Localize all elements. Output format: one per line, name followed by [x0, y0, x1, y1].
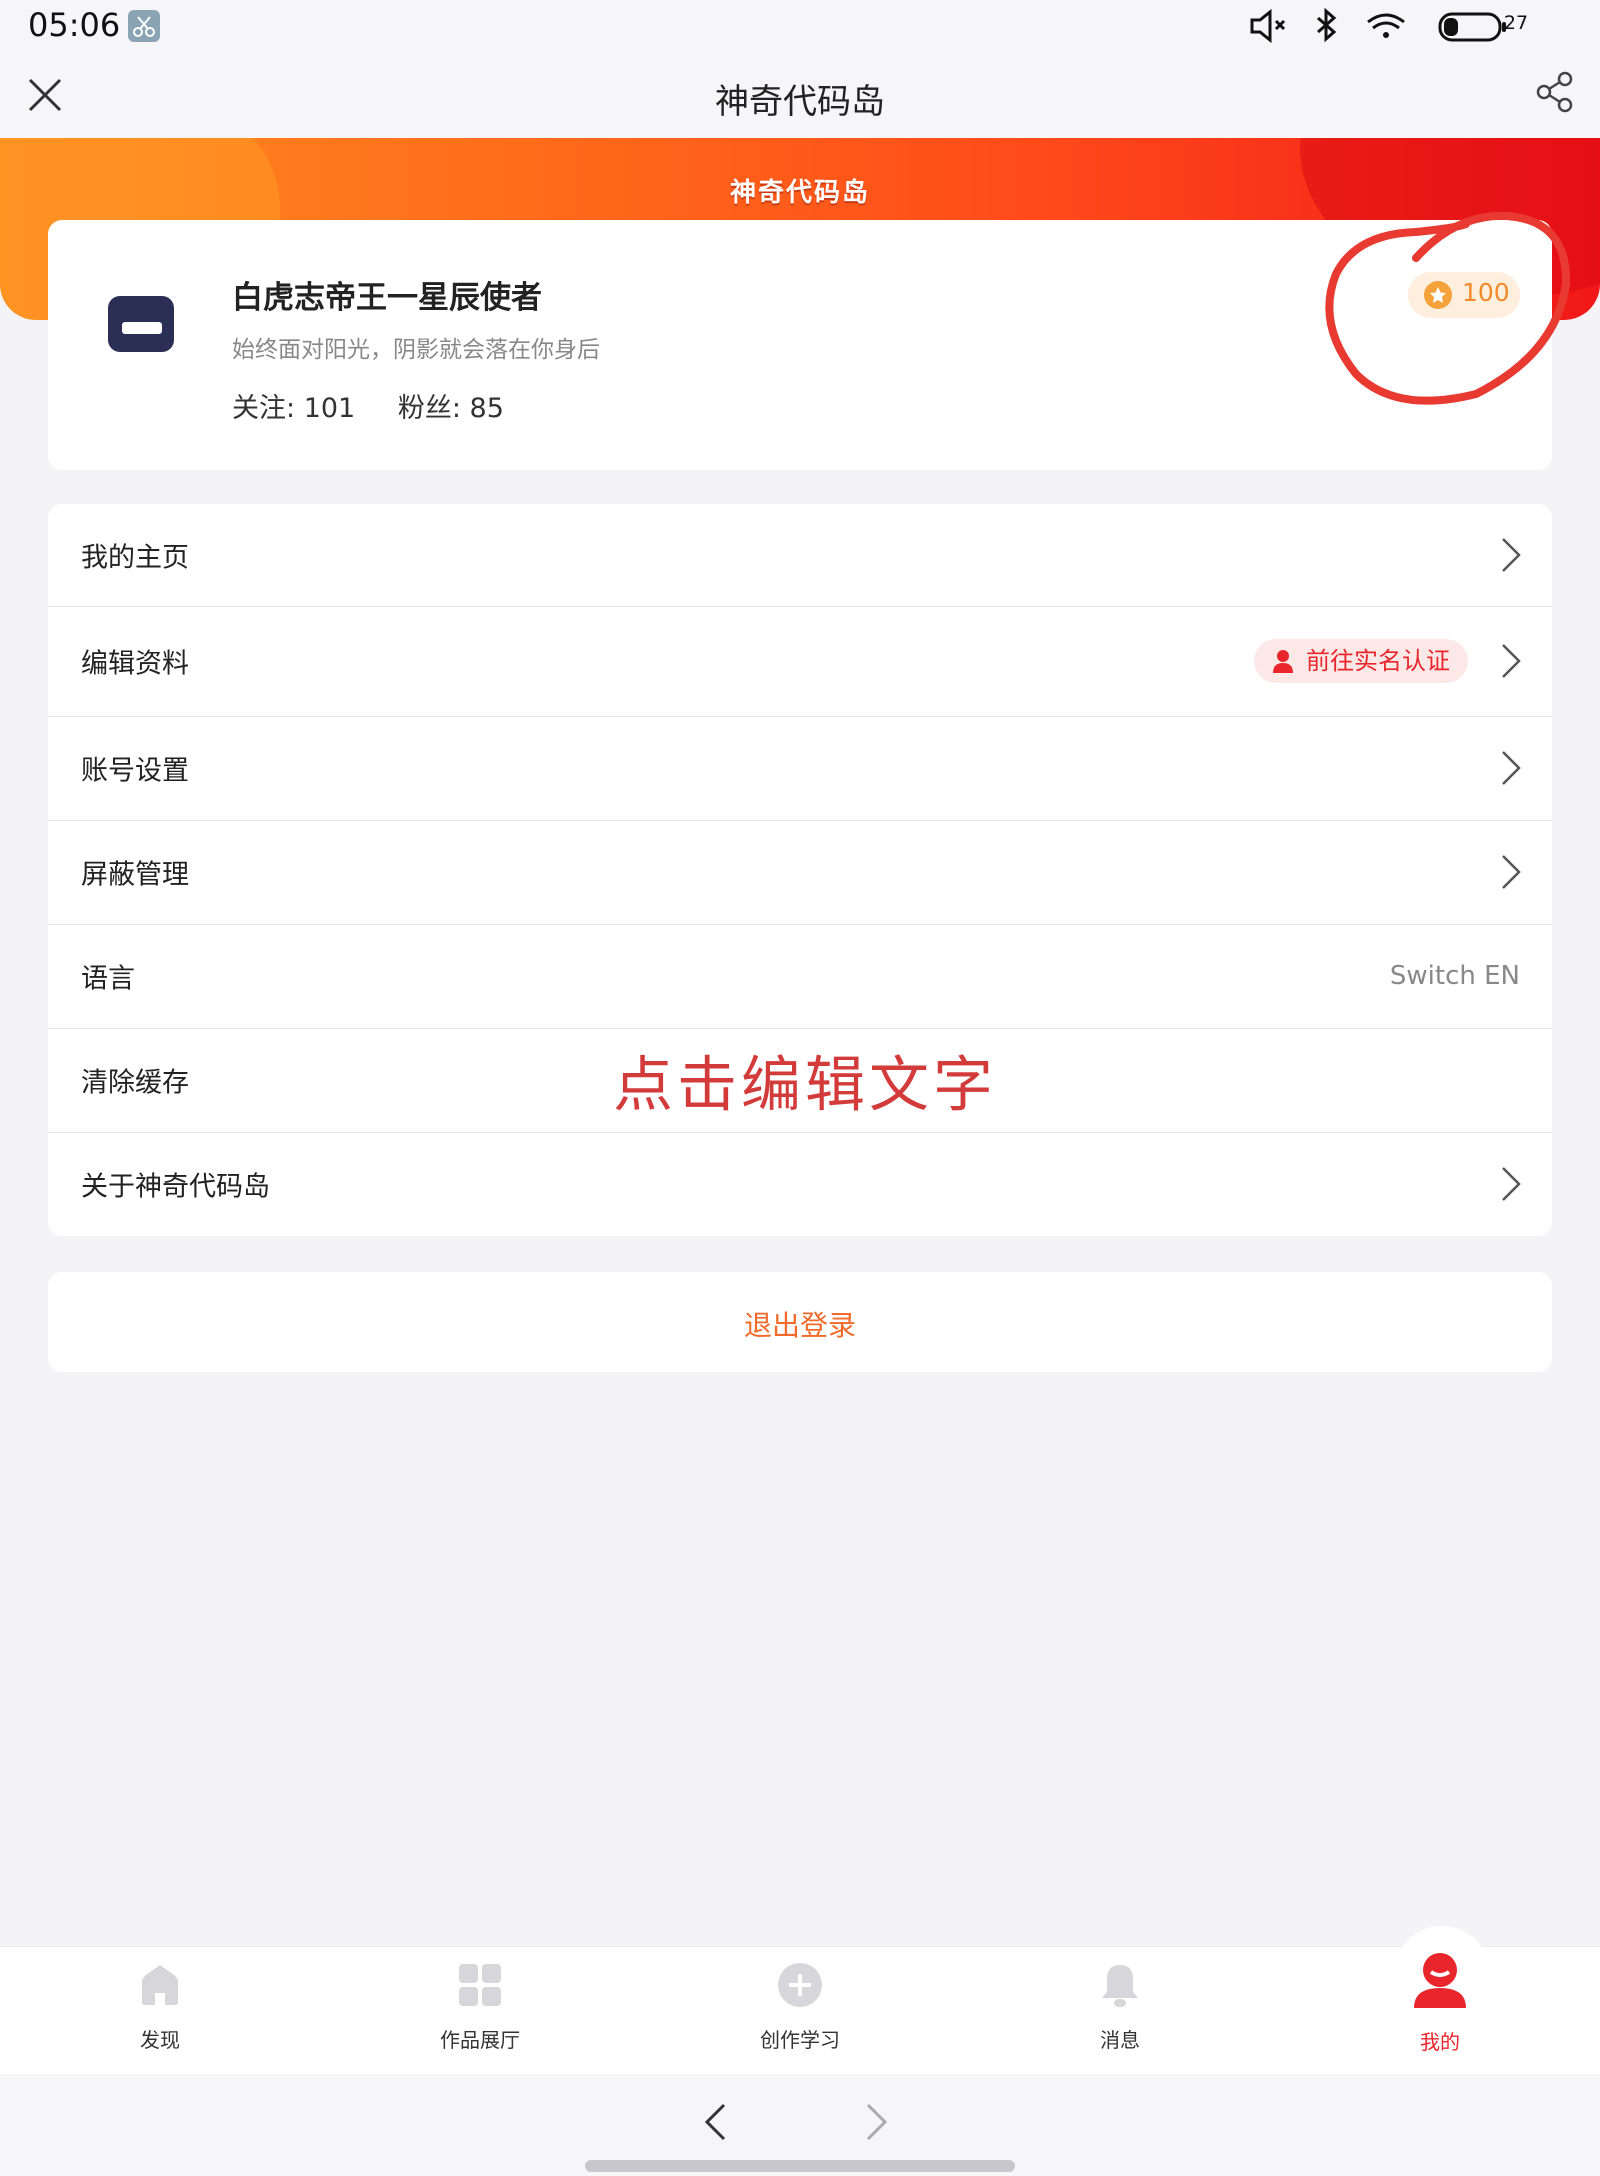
following-label: 关注: [232, 393, 286, 424]
chevron-right-icon: [1502, 751, 1521, 785]
chevron-right-icon: [1502, 644, 1521, 678]
followers-label: 粉丝: [397, 393, 452, 424]
user-signature: 始终面对阳光，阴影就会落在你身后: [232, 337, 600, 363]
menu-item-language[interactable]: 语言 Switch EN: [48, 924, 1552, 1029]
menu-item-label: 屏蔽管理: [81, 859, 189, 891]
menu-item-homepage[interactable]: 我的主页: [48, 504, 1552, 607]
follow-stats: 关注: 101 粉丝: 85: [232, 386, 538, 425]
real-name-verify-badge[interactable]: 前往实名认证: [1254, 639, 1468, 683]
tab-gallery[interactable]: 作品展厅: [380, 1962, 580, 2053]
tab-mine[interactable]: 我的: [1340, 1950, 1540, 2055]
plus-circle-icon: [778, 1963, 822, 2007]
username: 白虎志帝王一星辰使者: [232, 280, 542, 316]
tab-create-learn[interactable]: 创作学习: [700, 1962, 900, 2053]
share-button[interactable]: [1535, 70, 1579, 114]
followers-count: 85: [469, 393, 504, 424]
menu-item-about[interactable]: 关于神奇代码岛: [48, 1132, 1552, 1236]
grid-icon: [459, 1964, 501, 2006]
avatar-detail: [122, 322, 162, 334]
menu-item-label: 账号设置: [81, 755, 189, 787]
battery-level: 27: [1503, 12, 1529, 34]
wifi-icon: [1367, 13, 1405, 38]
bell-icon: [1102, 1965, 1138, 2007]
followers-stat[interactable]: 粉丝: 85: [398, 393, 504, 424]
home-icon: [142, 1965, 178, 2005]
chevron-right-icon: [1502, 855, 1521, 889]
home-indicator[interactable]: [585, 2160, 1015, 2172]
back-arrow-icon[interactable]: [702, 2102, 730, 2142]
tab-label: 消息: [1100, 2028, 1140, 2052]
following-stat[interactable]: 关注: 101: [232, 393, 355, 424]
scissors-app-icon: [128, 10, 160, 42]
tab-label: 我的: [1420, 2030, 1460, 2054]
status-time: 05:06: [28, 6, 121, 44]
tab-label: 作品展厅: [440, 2028, 520, 2052]
tab-discover[interactable]: 发现: [60, 1962, 260, 2053]
share-icon: [1536, 71, 1573, 113]
menu-item-label: 我的主页: [81, 542, 189, 574]
mute-icon: [1250, 8, 1286, 44]
menu-item-label: 编辑资料: [81, 648, 189, 680]
page-title: 神奇代码岛: [715, 82, 885, 122]
logout-button[interactable]: 退出登录: [48, 1272, 1552, 1372]
menu-item-block-management[interactable]: 屏蔽管理: [48, 820, 1552, 925]
user-icon: [1273, 650, 1293, 673]
menu-item-edit-profile[interactable]: 编辑资料 前往实名认证: [48, 606, 1552, 717]
following-count: 101: [303, 393, 356, 424]
forward-arrow-icon[interactable]: [862, 2102, 890, 2142]
edit-text-annotation: 点击编辑文字: [613, 1050, 997, 1121]
user-icon: [1414, 1953, 1466, 2008]
bluetooth-icon: [1317, 7, 1337, 43]
menu-item-clear-cache[interactable]: 清除缓存 点击编辑文字: [48, 1028, 1552, 1133]
chevron-right-icon: [1502, 1167, 1521, 1201]
menu-item-label: 语言: [81, 963, 135, 995]
verify-badge-label: 前往实名认证: [1306, 647, 1450, 675]
annotation-circle: [1325, 211, 1571, 405]
tab-messages[interactable]: 消息: [1020, 1962, 1220, 2053]
tab-label: 发现: [140, 2028, 180, 2052]
language-switch-value[interactable]: Switch EN: [1390, 961, 1520, 991]
settings-menu: 我的主页 编辑资料 前往实名认证 账号设置 屏蔽管理 语言 Switch EN …: [48, 504, 1552, 1236]
chevron-right-icon: [1502, 538, 1521, 572]
tab-label: 创作学习: [760, 2028, 840, 2052]
logout-label: 退出登录: [743, 1309, 856, 1342]
menu-item-label: 清除缓存: [81, 1067, 189, 1099]
menu-item-label: 关于神奇代码岛: [81, 1171, 270, 1203]
menu-item-account-settings[interactable]: 账号设置: [48, 716, 1552, 821]
